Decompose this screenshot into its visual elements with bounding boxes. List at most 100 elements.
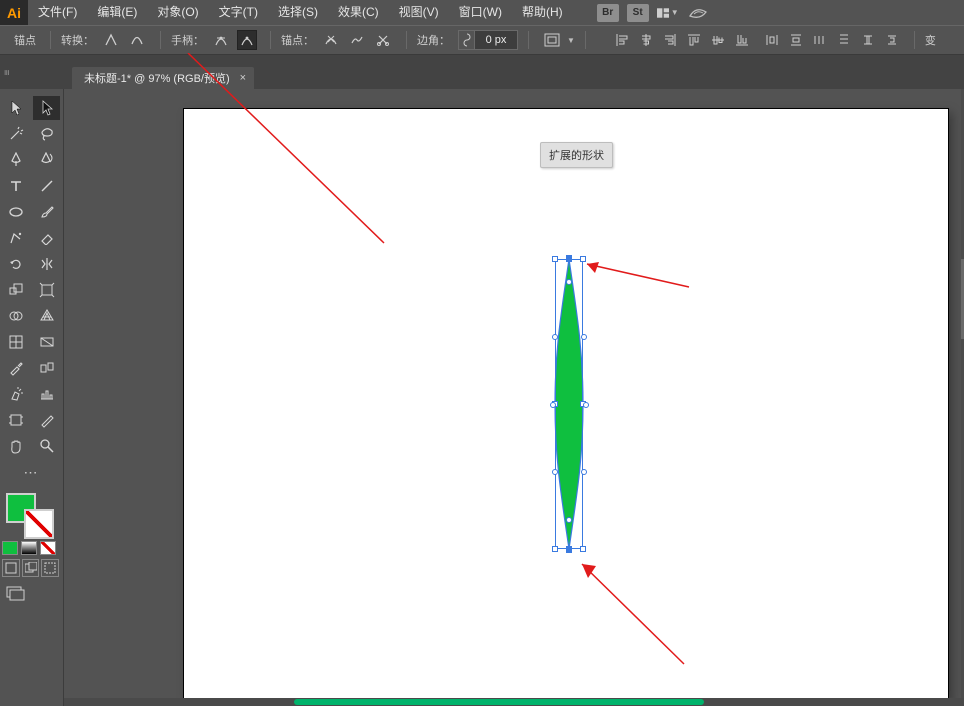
direct-selection-tool[interactable] [33,96,60,120]
color-mode-gradient[interactable] [21,541,37,555]
menu-type[interactable]: 文字(T) [209,0,268,25]
edit-toolbar-button[interactable]: ⋯ [2,460,60,484]
artboard-tool[interactable] [2,408,29,432]
anchor-point[interactable] [566,279,572,285]
menu-effect[interactable]: 效果(C) [328,0,389,25]
align-bottom-button[interactable] [733,30,751,50]
remove-anchor-button[interactable] [321,30,341,50]
draw-behind-button[interactable] [22,559,40,577]
selection-tool[interactable] [2,96,29,120]
anchor-point[interactable] [566,517,572,523]
shape-builder-tool[interactable] [2,304,29,328]
menu-window[interactable]: 窗口(W) [449,0,512,25]
convert-smooth-button[interactable] [127,30,147,50]
lasso-tool[interactable] [33,122,60,146]
align-left-button[interactable] [613,30,631,50]
screen-mode-button[interactable] [2,583,30,603]
menu-object[interactable]: 对象(O) [147,0,208,25]
menu-edit[interactable]: 编辑(E) [87,0,147,25]
hide-handles-button[interactable] [237,30,257,50]
convert-label: 转换： [61,32,94,48]
reflect-tool[interactable] [33,252,60,276]
distribute-h-button[interactable] [763,30,781,50]
rotate-tool[interactable] [2,252,29,276]
stock-button[interactable]: St [627,4,649,22]
align-hcenter-button[interactable] [637,30,655,50]
artboard[interactable]: 扩展的形状 [184,109,948,699]
anchor-point[interactable] [552,334,558,340]
bbox-handle-bl[interactable] [552,546,558,552]
anchor-point[interactable] [583,402,589,408]
bridge-button[interactable]: Br [597,4,619,22]
column-graph-icon [39,387,55,401]
chevron-down-icon: ▼ [567,36,575,45]
fill-stroke-swatch[interactable] [2,491,60,537]
anchor-point[interactable] [550,402,556,408]
distribute-bottom-icon [885,33,899,47]
canvas-area[interactable]: 扩展的形状 [64,89,964,706]
gpu-preview-button[interactable] [687,4,709,22]
anchor-point[interactable] [566,255,572,261]
scale-tool[interactable] [2,278,29,302]
panel-toggle-button[interactable] [0,55,12,89]
slice-tool[interactable] [33,408,60,432]
menu-view[interactable]: 视图(V) [389,0,449,25]
selection-bounding-box[interactable] [555,259,583,549]
eyedropper-tool[interactable] [2,356,29,380]
bbox-handle-br[interactable] [580,546,586,552]
horizontal-scrollbar[interactable] [64,698,964,706]
draw-normal-button[interactable] [2,559,20,577]
distribute-top-button[interactable] [859,30,877,50]
align-vcenter-button[interactable] [709,30,727,50]
pen-tool[interactable] [2,148,29,172]
menu-file[interactable]: 文件(F) [28,0,87,25]
bbox-handle-tl[interactable] [552,256,558,262]
arrange-documents-button[interactable]: ▼ [657,4,679,22]
distribute-v-icon [789,33,803,47]
anchor-point[interactable] [566,547,572,553]
convert-corner-button[interactable] [101,30,121,50]
perspective-grid-tool[interactable] [33,304,60,328]
hand-tool[interactable] [2,434,29,458]
corner-radius-field[interactable] [458,30,518,50]
gradient-tool[interactable] [33,330,60,354]
anchor-point[interactable] [581,334,587,340]
corner-radius-input[interactable] [475,31,517,49]
eraser-tool[interactable] [33,226,60,250]
blend-tool[interactable] [33,356,60,380]
distribute-hspacing-button[interactable] [811,30,829,50]
align-right-button[interactable] [661,30,679,50]
curvature-tool[interactable] [33,148,60,172]
isolate-button[interactable] [542,30,562,50]
connect-anchor-button[interactable] [347,30,367,50]
symbol-sprayer-tool[interactable] [2,382,29,406]
paintbrush-tool[interactable] [33,200,60,224]
type-tool[interactable] [2,174,29,198]
align-top-button[interactable] [685,30,703,50]
cut-path-button[interactable] [373,30,393,50]
distribute-vspacing-button[interactable] [835,30,853,50]
shaper-tool[interactable] [2,226,29,250]
align-bottom-icon [735,33,749,47]
distribute-bottom-button[interactable] [883,30,901,50]
zoom-tool[interactable] [33,434,60,458]
line-segment-tool[interactable] [33,174,60,198]
stroke-color-swatch[interactable] [24,509,54,539]
column-graph-tool[interactable] [33,382,60,406]
color-mode-fill[interactable] [2,541,18,555]
link-corners-icon[interactable] [459,31,475,49]
free-transform-tool[interactable] [33,278,60,302]
magic-wand-tool[interactable] [2,122,29,146]
distribute-v-button[interactable] [787,30,805,50]
mesh-tool[interactable] [2,330,29,354]
anchor-point[interactable] [581,469,587,475]
draw-inside-button[interactable] [41,559,59,577]
anchor-point[interactable] [552,469,558,475]
horizontal-scrollbar-thumb[interactable] [294,699,704,705]
menu-select[interactable]: 选择(S) [268,0,328,25]
menu-help[interactable]: 帮助(H) [512,0,573,25]
separator [160,31,161,49]
color-mode-none[interactable] [40,541,56,555]
ellipse-tool[interactable] [2,200,29,224]
show-handles-button[interactable] [211,30,231,50]
